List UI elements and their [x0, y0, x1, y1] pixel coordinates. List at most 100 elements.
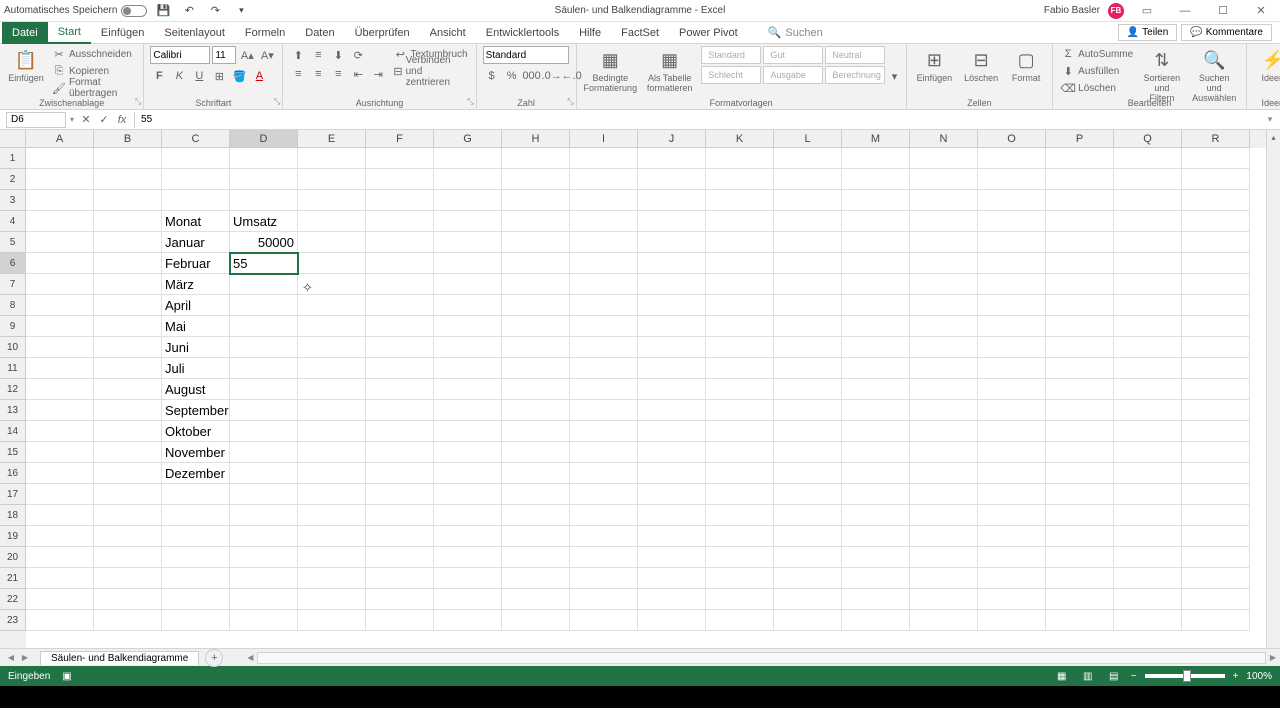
cell-D10[interactable]: [230, 337, 298, 358]
col-header-H[interactable]: H: [502, 130, 570, 148]
cell-C18[interactable]: [162, 505, 230, 526]
cell-H16[interactable]: [502, 463, 570, 484]
col-header-D[interactable]: D: [230, 130, 298, 148]
cell-N8[interactable]: [910, 295, 978, 316]
cell-N14[interactable]: [910, 421, 978, 442]
cell-R22[interactable]: [1182, 589, 1250, 610]
cell-H10[interactable]: [502, 337, 570, 358]
cell-B4[interactable]: [94, 211, 162, 232]
close-icon[interactable]: ✕: [1246, 1, 1276, 21]
cell-D18[interactable]: [230, 505, 298, 526]
cell-M6[interactable]: [842, 253, 910, 274]
paste-button[interactable]: 📋 Einfügen: [6, 46, 46, 86]
cell-F1[interactable]: [366, 148, 434, 169]
cell-C1[interactable]: [162, 148, 230, 169]
cell-O6[interactable]: [978, 253, 1046, 274]
cell-F4[interactable]: [366, 211, 434, 232]
cell-D14[interactable]: [230, 421, 298, 442]
hscroll-right-icon[interactable]: ▶: [1266, 651, 1280, 665]
select-all-corner[interactable]: [0, 130, 26, 148]
formula-expand-icon[interactable]: ▾: [1260, 114, 1280, 125]
cell-I4[interactable]: [570, 211, 638, 232]
col-header-J[interactable]: J: [638, 130, 706, 148]
cell-G13[interactable]: [434, 400, 502, 421]
cell-M1[interactable]: [842, 148, 910, 169]
cell-K3[interactable]: [706, 190, 774, 211]
cell-C17[interactable]: [162, 484, 230, 505]
cell-F11[interactable]: [366, 358, 434, 379]
cell-O22[interactable]: [978, 589, 1046, 610]
zoom-slider[interactable]: [1145, 674, 1225, 678]
format-painter-button[interactable]: 🖌Format übertragen: [50, 80, 137, 96]
cell-I23[interactable]: [570, 610, 638, 631]
cell-P10[interactable]: [1046, 337, 1114, 358]
cell-G20[interactable]: [434, 547, 502, 568]
cell-B14[interactable]: [94, 421, 162, 442]
font-name-select[interactable]: [150, 46, 210, 64]
col-header-M[interactable]: M: [842, 130, 910, 148]
indent-decrease-icon[interactable]: ⇤: [349, 65, 367, 83]
cell-N12[interactable]: [910, 379, 978, 400]
cell-D7[interactable]: [230, 274, 298, 295]
conditional-format-button[interactable]: ▦Bedingte Formatierung: [583, 46, 638, 96]
tab-formulas[interactable]: Formeln: [235, 22, 295, 44]
tab-pagelayout[interactable]: Seitenlayout: [154, 22, 235, 44]
fill-color-icon[interactable]: 🪣: [230, 67, 248, 85]
cell-O13[interactable]: [978, 400, 1046, 421]
cell-A18[interactable]: [26, 505, 94, 526]
cell-N5[interactable]: [910, 232, 978, 253]
cell-A15[interactable]: [26, 442, 94, 463]
cell-F3[interactable]: [366, 190, 434, 211]
cell-Q8[interactable]: [1114, 295, 1182, 316]
cell-D3[interactable]: [230, 190, 298, 211]
cell-E22[interactable]: [298, 589, 366, 610]
cell-K1[interactable]: [706, 148, 774, 169]
formula-bar[interactable]: 55: [135, 113, 1260, 126]
cell-M17[interactable]: [842, 484, 910, 505]
cell-L10[interactable]: [774, 337, 842, 358]
clear-button[interactable]: ⌫Löschen: [1059, 80, 1135, 96]
cell-D5[interactable]: 50000: [230, 232, 298, 253]
col-header-A[interactable]: A: [26, 130, 94, 148]
cell-E14[interactable]: [298, 421, 366, 442]
number-expand-icon[interactable]: ⤡: [567, 97, 573, 107]
cell-J9[interactable]: [638, 316, 706, 337]
row-header-4[interactable]: 4: [0, 211, 26, 232]
cell-K4[interactable]: [706, 211, 774, 232]
border-icon[interactable]: ⊞: [210, 67, 228, 85]
cell-J13[interactable]: [638, 400, 706, 421]
cell-J15[interactable]: [638, 442, 706, 463]
cell-R5[interactable]: [1182, 232, 1250, 253]
cell-B7[interactable]: [94, 274, 162, 295]
cell-K20[interactable]: [706, 547, 774, 568]
cell-C6[interactable]: Februar: [162, 253, 230, 274]
cell-I12[interactable]: [570, 379, 638, 400]
cell-Q10[interactable]: [1114, 337, 1182, 358]
cell-A14[interactable]: [26, 421, 94, 442]
share-button[interactable]: 👤Teilen: [1118, 24, 1178, 41]
row-header-2[interactable]: 2: [0, 169, 26, 190]
cell-O17[interactable]: [978, 484, 1046, 505]
cell-I1[interactable]: [570, 148, 638, 169]
cell-H13[interactable]: [502, 400, 570, 421]
cell-Q9[interactable]: [1114, 316, 1182, 337]
cell-O23[interactable]: [978, 610, 1046, 631]
cell-F7[interactable]: [366, 274, 434, 295]
cell-M19[interactable]: [842, 526, 910, 547]
row-header-14[interactable]: 14: [0, 421, 26, 442]
number-format-select[interactable]: [483, 46, 569, 64]
cell-K11[interactable]: [706, 358, 774, 379]
cell-N4[interactable]: [910, 211, 978, 232]
cell-E20[interactable]: [298, 547, 366, 568]
cell-I15[interactable]: [570, 442, 638, 463]
ribbon-options-icon[interactable]: ▭: [1132, 1, 1162, 21]
cell-G2[interactable]: [434, 169, 502, 190]
cell-K12[interactable]: [706, 379, 774, 400]
cell-F12[interactable]: [366, 379, 434, 400]
cell-G1[interactable]: [434, 148, 502, 169]
page-layout-view-icon[interactable]: ▥: [1079, 669, 1097, 683]
page-break-view-icon[interactable]: ▤: [1105, 669, 1123, 683]
thousands-icon[interactable]: 000: [523, 67, 541, 85]
cell-O19[interactable]: [978, 526, 1046, 547]
row-header-9[interactable]: 9: [0, 316, 26, 337]
